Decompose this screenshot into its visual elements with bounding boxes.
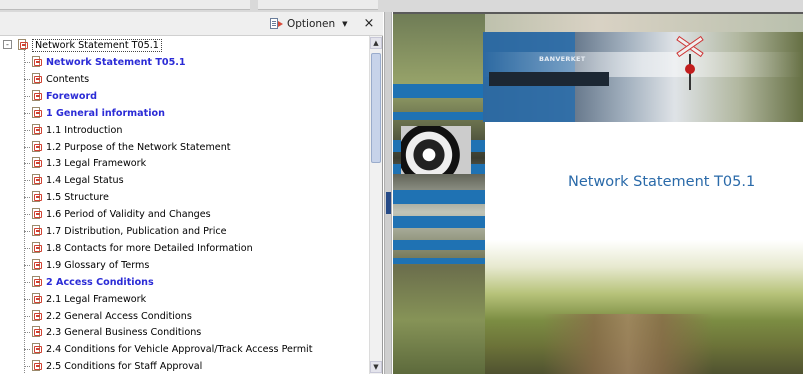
close-panel-button[interactable]: × xyxy=(362,16,376,32)
options-menu-button[interactable]: Optionen ▼ xyxy=(270,16,348,32)
blue-stripe xyxy=(393,190,485,204)
bookmark-label: 1.3 Legal Framework xyxy=(46,158,147,170)
cover-page: BANVERKET Network Statement T05.1 xyxy=(393,14,803,374)
bookmark-label: Contents xyxy=(46,73,90,85)
bookmark-item[interactable]: 1.6 Period of Validity and Changes xyxy=(0,206,369,223)
bookmark-label: 1.9 Glossary of Terms xyxy=(46,259,150,271)
bookmark-icon xyxy=(30,123,43,137)
bookmark-icon xyxy=(30,225,43,238)
bookmark-item[interactable]: 2 Access Conditions xyxy=(0,274,369,291)
bookmark-icon xyxy=(30,174,43,187)
options-label: Optionen xyxy=(287,18,336,30)
blue-stripe xyxy=(393,258,485,264)
bookmark-item[interactable]: 1.2 Purpose of the Network Statement xyxy=(0,139,369,156)
bookmark-icon xyxy=(30,241,43,255)
wheel-image xyxy=(401,126,471,174)
bookmark-label: 2.1 Legal Framework xyxy=(46,293,147,305)
bookmark-item[interactable]: 1.5 Structure xyxy=(0,189,369,206)
bookmark-label: Network Statement T05.1 xyxy=(32,39,162,52)
bookmark-item[interactable]: 2.2 General Access Conditions xyxy=(0,308,369,325)
bookmark-icon xyxy=(30,72,43,86)
options-icon xyxy=(270,18,283,30)
bookmark-item[interactable]: 2.5 Conditions for Staff Approval xyxy=(0,358,369,374)
bookmark-item[interactable]: 1.4 Legal Status xyxy=(0,172,369,189)
bookmark-label: Foreword xyxy=(46,90,98,102)
bookmark-item[interactable]: 1.9 Glossary of Terms xyxy=(0,257,369,274)
bookmark-icon xyxy=(30,275,43,289)
bookmark-icon xyxy=(30,89,43,103)
bookmark-item[interactable]: 2.1 Legal Framework xyxy=(0,291,369,308)
bookmark-icon xyxy=(30,56,43,69)
bookmark-label: 1 General information xyxy=(46,107,165,119)
bookmark-item[interactable]: 1.1 Introduction xyxy=(0,122,369,139)
panel-splitter[interactable] xyxy=(384,12,392,374)
bookmark-icon xyxy=(30,360,43,373)
bookmark-label: 1.5 Structure xyxy=(46,192,109,204)
cover-tracks xyxy=(543,314,713,374)
bookmark-item[interactable]: Contents xyxy=(0,71,369,88)
bookmarks-toolbar: Optionen ▼ × xyxy=(0,12,383,36)
train-photo xyxy=(483,32,803,122)
bookmark-label: 2.4 Conditions for Vehicle Approval/Trac… xyxy=(46,344,313,356)
tab-edge xyxy=(258,0,378,10)
bookmark-item[interactable]: 1.7 Distribution, Publication and Price xyxy=(0,223,369,240)
bookmark-label: Network Statement T05.1 xyxy=(46,57,186,68)
scroll-thumb[interactable] xyxy=(371,53,381,163)
bookmark-item[interactable]: 2.4 Conditions for Vehicle Approval/Trac… xyxy=(0,341,369,358)
vertical-scrollbar[interactable]: ▲ ▼ xyxy=(369,36,382,374)
railway-crossing-signal-icon xyxy=(675,35,705,90)
bookmark-icon xyxy=(30,191,43,204)
blue-stripe xyxy=(393,240,485,250)
bookmark-icon xyxy=(30,208,43,221)
bookmark-icon xyxy=(30,106,43,120)
bookmark-icon xyxy=(30,140,43,154)
bookmark-icon xyxy=(30,292,43,306)
bookmark-label: 2.3 General Business Conditions xyxy=(46,327,202,339)
window-top-strip xyxy=(0,0,803,12)
bookmark-icon xyxy=(30,326,43,339)
bookmark-label: 2.2 General Access Conditions xyxy=(46,310,192,322)
bookmark-item[interactable]: Foreword xyxy=(0,88,369,105)
chevron-down-icon: ▼ xyxy=(342,20,348,28)
bookmark-tree: - Network Statement T05.1 Network Statem… xyxy=(0,36,369,374)
bookmark-item[interactable]: 1 General information xyxy=(0,105,369,122)
bookmarks-panel: Optionen ▼ × - Network Statement T05.1 N… xyxy=(0,12,383,374)
brand-logo-text: BANVERKET xyxy=(539,55,586,63)
bookmark-item[interactable]: 1.8 Contacts for more Detailed Informati… xyxy=(0,240,369,257)
bookmark-root[interactable]: - Network Statement T05.1 xyxy=(0,37,369,54)
bookmark-icon xyxy=(30,309,43,323)
document-view[interactable]: BANVERKET Network Statement T05.1 xyxy=(393,12,803,374)
bookmark-label: 2.5 Conditions for Staff Approval xyxy=(46,361,203,373)
scroll-down-icon[interactable]: ▼ xyxy=(370,361,382,373)
splitter-grip[interactable] xyxy=(386,192,391,214)
bookmark-label: 1.2 Purpose of the Network Statement xyxy=(46,141,231,153)
bookmark-item[interactable]: 1.3 Legal Framework xyxy=(0,155,369,172)
brand-logo xyxy=(489,72,609,86)
bookmark-icon xyxy=(16,39,29,52)
bookmark-label: 2 Access Conditions xyxy=(46,276,154,288)
bookmark-icon xyxy=(30,258,43,272)
blue-stripe xyxy=(393,112,485,120)
tab-edge xyxy=(0,0,250,10)
blue-stripe xyxy=(393,216,485,228)
bookmark-label: 1.7 Distribution, Publication and Price xyxy=(46,226,227,237)
bookmark-icon xyxy=(30,157,43,170)
scroll-up-icon[interactable]: ▲ xyxy=(370,37,382,49)
blue-stripe xyxy=(393,84,485,98)
bookmark-icon xyxy=(30,343,43,356)
bookmark-label: 1.6 Period of Validity and Changes xyxy=(46,209,211,221)
collapse-icon[interactable]: - xyxy=(3,40,12,49)
cover-title: Network Statement T05.1 xyxy=(568,174,756,190)
bookmark-item[interactable]: 2.3 General Business Conditions xyxy=(0,324,369,341)
bookmark-item[interactable]: Network Statement T05.1 xyxy=(0,54,369,71)
bookmark-label: 1.4 Legal Status xyxy=(46,175,124,187)
bookmark-label: 1.8 Contacts for more Detailed Informati… xyxy=(46,242,253,254)
bookmark-label: 1.1 Introduction xyxy=(46,124,123,136)
